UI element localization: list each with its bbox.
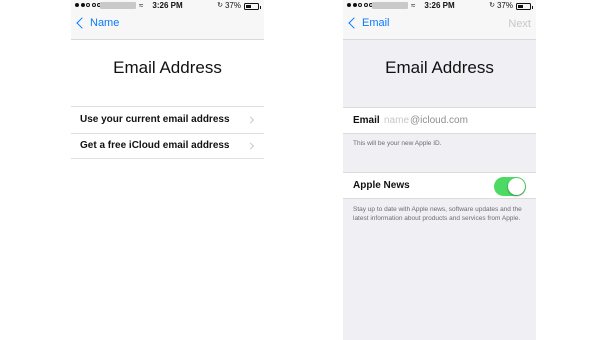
option-free-icloud-email[interactable]: Get a free iCloud email address (71, 132, 264, 159)
email-domain-suffix: @icloud.com (410, 115, 468, 126)
apple-news-label: Apple News (353, 180, 410, 191)
email-field-row: Email @icloud.com (343, 107, 536, 134)
back-button-label: Email (362, 17, 390, 29)
battery-icon (244, 3, 261, 10)
page-title: Email Address (385, 58, 494, 77)
chevron-right-icon (246, 142, 255, 150)
next-button[interactable]: Next (508, 18, 531, 30)
apple-news-description: Stay up to date with Apple news, softwar… (353, 206, 522, 222)
option-current-email[interactable]: Use your current email address (71, 106, 264, 133)
status-bar: ≈ 3:26 PM ↻ 37% (71, 0, 264, 13)
back-button[interactable]: Name (75, 17, 119, 29)
email-input[interactable] (384, 115, 410, 126)
toggle-knob (508, 178, 525, 195)
status-bar: ≈ 3:26 PM ↻ 37% (343, 0, 536, 13)
email-label: Email (353, 115, 380, 126)
battery-percent: 37% (224, 1, 241, 10)
back-button[interactable]: Email (347, 17, 390, 29)
chevron-left-icon (76, 17, 88, 29)
option-label: Use your current email address (80, 114, 230, 126)
battery-level (246, 5, 251, 8)
apple-news-toggle[interactable] (494, 177, 526, 196)
chevron-right-icon (246, 116, 255, 124)
page-title: Email Address (113, 58, 222, 77)
battery-percent: 37% (496, 1, 513, 10)
battery-icon (516, 3, 533, 10)
email-hint-text: This will be your new Apple ID. (353, 140, 442, 147)
email-options-list: Use your current email address Get a fre… (71, 106, 264, 159)
rotation-lock-icon: ↻ (217, 2, 223, 9)
battery-level (518, 5, 523, 8)
option-label: Get a free iCloud email address (80, 140, 230, 152)
rotation-lock-icon: ↻ (489, 2, 495, 9)
screen-icloud-email: ≈ 3:26 PM ↻ 37% Email Next Email Address… (343, 0, 536, 340)
chevron-left-icon (348, 17, 360, 29)
apple-news-row: Apple News (343, 172, 536, 199)
screen-email-choice: ≈ 3:26 PM ↻ 37% Name Email Address Use y… (71, 0, 264, 340)
back-button-label: Name (90, 17, 120, 29)
